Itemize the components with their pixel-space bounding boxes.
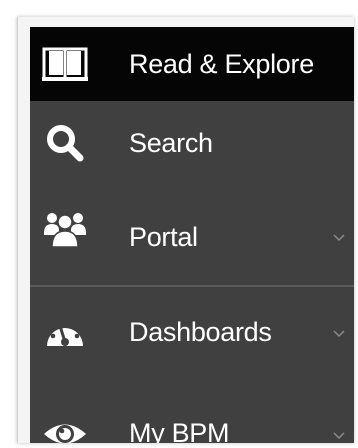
users-icon bbox=[38, 207, 92, 251]
menu-item-label: Search bbox=[129, 128, 213, 158]
eye-icon bbox=[38, 412, 92, 443]
menu-item-dashboards[interactable]: Dashboards bbox=[30, 287, 354, 375]
chevron-down-icon[interactable] bbox=[332, 327, 346, 341]
menu-item-portal[interactable]: Portal bbox=[30, 185, 354, 285]
chevron-down-icon[interactable] bbox=[332, 231, 346, 245]
menu-item-read-explore[interactable]: Read & Explore bbox=[30, 27, 354, 101]
menu-item-label: Portal bbox=[129, 222, 198, 252]
menu-item-label: Read & Explore bbox=[129, 49, 314, 79]
screenshot-frame: Read & Explore Search Portal Dashboards … bbox=[17, 17, 354, 443]
gauge-icon bbox=[38, 311, 92, 355]
menu-item-search[interactable]: Search bbox=[30, 101, 354, 185]
menu-item-label: My BPM bbox=[129, 418, 230, 443]
chevron-down-icon[interactable] bbox=[332, 429, 346, 443]
search-icon bbox=[38, 121, 92, 165]
sidebar-menu: Read & Explore Search Portal Dashboards … bbox=[30, 27, 354, 443]
menu-item-my-bpm[interactable]: My BPM bbox=[30, 375, 354, 443]
book-icon bbox=[38, 42, 92, 86]
menu-item-label: Dashboards bbox=[129, 317, 272, 347]
